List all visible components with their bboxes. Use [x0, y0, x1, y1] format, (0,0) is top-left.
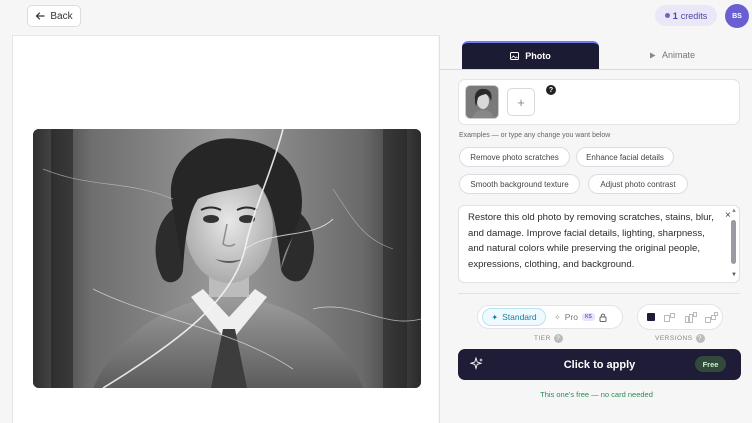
clear-prompt-icon[interactable]: ×: [725, 210, 731, 221]
upload-card: + ?: [458, 79, 740, 125]
scroll-down-icon[interactable]: ▼: [731, 272, 737, 278]
tier-pro-label: Pro: [564, 312, 578, 322]
versions-help-icon[interactable]: ?: [695, 334, 705, 343]
portrait-image: [33, 129, 421, 388]
tab-photo[interactable]: Photo: [462, 41, 599, 69]
three-versions-icon: [684, 311, 697, 323]
apply-button[interactable]: Click to apply Free: [458, 349, 741, 380]
arrow-left-icon: [36, 12, 45, 20]
versions-label: VERSIONS: [655, 335, 693, 342]
versions-caption: VERSIONS ?: [655, 334, 705, 343]
credits-count: 1: [672, 10, 678, 21]
edit-panel: Photo Animate + ? Examples — or type any…: [439, 35, 752, 423]
tier-label: TIER: [534, 335, 551, 342]
tier-standard-option[interactable]: ✦ Standard: [482, 308, 546, 326]
example-chip-adjust-contrast[interactable]: Adjust photo contrast: [588, 174, 688, 194]
tier-standard-label: Standard: [502, 312, 537, 322]
tab-animate[interactable]: Animate: [602, 41, 742, 69]
two-versions-icon: [664, 312, 675, 322]
example-chip-remove-scratches[interactable]: Remove photo scratches: [459, 147, 570, 167]
prompt-textarea[interactable]: Restore this old photo by removing scrat…: [458, 205, 740, 283]
back-button[interactable]: Back: [27, 5, 81, 27]
credits-badge[interactable]: 1 credits: [655, 5, 717, 26]
back-label: Back: [50, 10, 73, 22]
top-bar: Back 1 credits BS: [0, 0, 752, 34]
scroll-up-icon[interactable]: ▲: [731, 208, 737, 214]
tier-caption: TIER ?: [534, 334, 563, 343]
tab-photo-label: Photo: [525, 51, 551, 61]
versions-option-4[interactable]: [704, 311, 718, 323]
lock-icon: [599, 313, 607, 322]
image-icon: [510, 52, 520, 60]
thumbnail-image: [466, 86, 498, 118]
sparkle-icon: ✦: [491, 312, 499, 322]
versions-option-3[interactable]: [684, 311, 698, 323]
tab-animate-label: Animate: [661, 50, 696, 60]
credits-label: credits: [680, 10, 708, 21]
user-avatar[interactable]: BS: [725, 4, 749, 28]
sparkle-outline-icon: ✧: [554, 312, 561, 322]
upload-help-icon[interactable]: ?: [546, 85, 556, 95]
example-chip-smooth-background[interactable]: Smooth background texture: [459, 174, 580, 194]
example-chip-enhance-facial[interactable]: Enhance facial details: [576, 147, 674, 167]
four-versions-icon: [704, 311, 718, 323]
single-version-icon: [647, 313, 655, 321]
preview-pane: [12, 35, 438, 423]
versions-option-2[interactable]: [663, 311, 677, 323]
tier-selector: ✦ Standard ✧ Pro KS: [477, 305, 623, 329]
versions-option-1[interactable]: [644, 311, 658, 323]
photo-thumbnail[interactable]: [465, 85, 499, 119]
section-divider: [458, 293, 740, 294]
versions-selector: [637, 304, 723, 330]
add-photo-button[interactable]: +: [507, 88, 535, 116]
pro-badge: KS: [581, 313, 595, 321]
examples-label: Examples — or type any change you want b…: [459, 132, 611, 139]
prompt-scrollbar[interactable]: ▲ ▼: [731, 208, 737, 280]
credits-dot-icon: [664, 13, 670, 18]
free-badge: Free: [695, 356, 726, 372]
tab-divider: [440, 69, 752, 70]
tier-pro-option[interactable]: ✧ Pro KS: [554, 308, 614, 326]
free-note: This one's free — no card needed: [540, 390, 653, 399]
tier-help-icon[interactable]: ?: [553, 334, 563, 343]
scroll-thumb[interactable]: [731, 220, 736, 264]
source-photo: [33, 129, 421, 388]
prompt-text: Restore this old photo by removing scrat…: [468, 212, 714, 270]
play-icon: [649, 52, 656, 58]
